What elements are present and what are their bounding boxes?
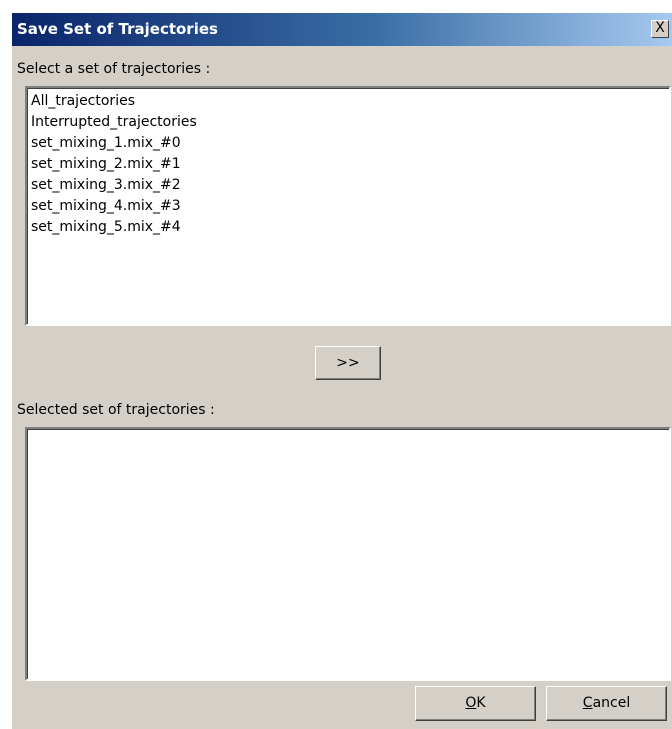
ok-button[interactable]: OK (415, 686, 536, 721)
selected-trajectories-list[interactable] (25, 427, 671, 681)
close-button[interactable]: X (651, 20, 669, 38)
save-trajectories-dialog: Save Set of Trajectories X Select a set … (11, 12, 672, 729)
list-item[interactable]: set_mixing_4.mix_#3 (30, 196, 666, 217)
list-item[interactable]: All_trajectories (30, 91, 666, 112)
list-item[interactable]: set_mixing_5.mix_#4 (30, 217, 666, 238)
page: Save Set of Trajectories X Select a set … (0, 0, 672, 729)
selected-list-label: Selected set of trajectories : (17, 402, 215, 418)
source-trajectories-list[interactable]: All_trajectories Interrupted_trajectorie… (25, 86, 671, 326)
cancel-accelerator: C (582, 695, 593, 711)
list-item[interactable]: Interrupted_trajectories (30, 112, 666, 133)
close-icon: X (655, 20, 665, 36)
title-bar[interactable]: Save Set of Trajectories X (12, 13, 672, 46)
dialog-title: Save Set of Trajectories (17, 20, 218, 38)
cancel-button[interactable]: Cancel (546, 686, 667, 721)
move-selection-button[interactable]: >> (315, 346, 381, 380)
ok-label-rest: K (476, 695, 486, 711)
source-list-label: Select a set of trajectories : (17, 61, 211, 77)
list-item[interactable]: set_mixing_2.mix_#1 (30, 154, 666, 175)
ok-accelerator: O (465, 695, 477, 711)
list-item[interactable]: set_mixing_3.mix_#2 (30, 175, 666, 196)
cancel-label-rest: ancel (592, 695, 631, 711)
list-item[interactable]: set_mixing_1.mix_#0 (30, 133, 666, 154)
